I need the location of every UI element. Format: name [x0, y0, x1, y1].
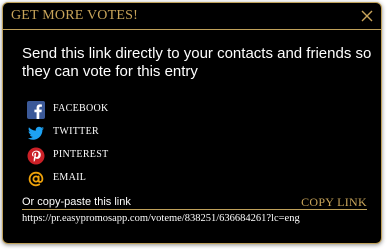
share-label-twitter: TWITTER — [53, 126, 99, 137]
dialog-header: GET MORE VOTES! — [3, 3, 381, 30]
intro-text: Send this link directly to your contacts… — [22, 45, 372, 80]
copy-link-button[interactable]: COPY LINK — [301, 195, 367, 210]
share-label-facebook: FACEBOOK — [53, 103, 109, 114]
facebook-icon — [27, 101, 45, 119]
copy-paste-label: Or copy-paste this link — [22, 196, 131, 208]
pinterest-icon — [27, 147, 45, 165]
twitter-icon — [27, 126, 44, 140]
email-at-icon — [28, 171, 44, 187]
dialog-title: GET MORE VOTES! — [11, 8, 138, 23]
divider — [22, 209, 367, 210]
share-label-pinterest: PINTEREST — [53, 149, 109, 160]
copy-link-row: Or copy-paste this link COPY LINK — [22, 195, 367, 209]
vote-url-field[interactable]: https://pr.easypromosapp.com/voteme/8382… — [22, 213, 300, 224]
close-icon[interactable] — [359, 8, 375, 24]
share-label-email: EMAIL — [53, 172, 87, 183]
get-more-votes-dialog: GET MORE VOTES! Send this link directly … — [2, 2, 382, 244]
